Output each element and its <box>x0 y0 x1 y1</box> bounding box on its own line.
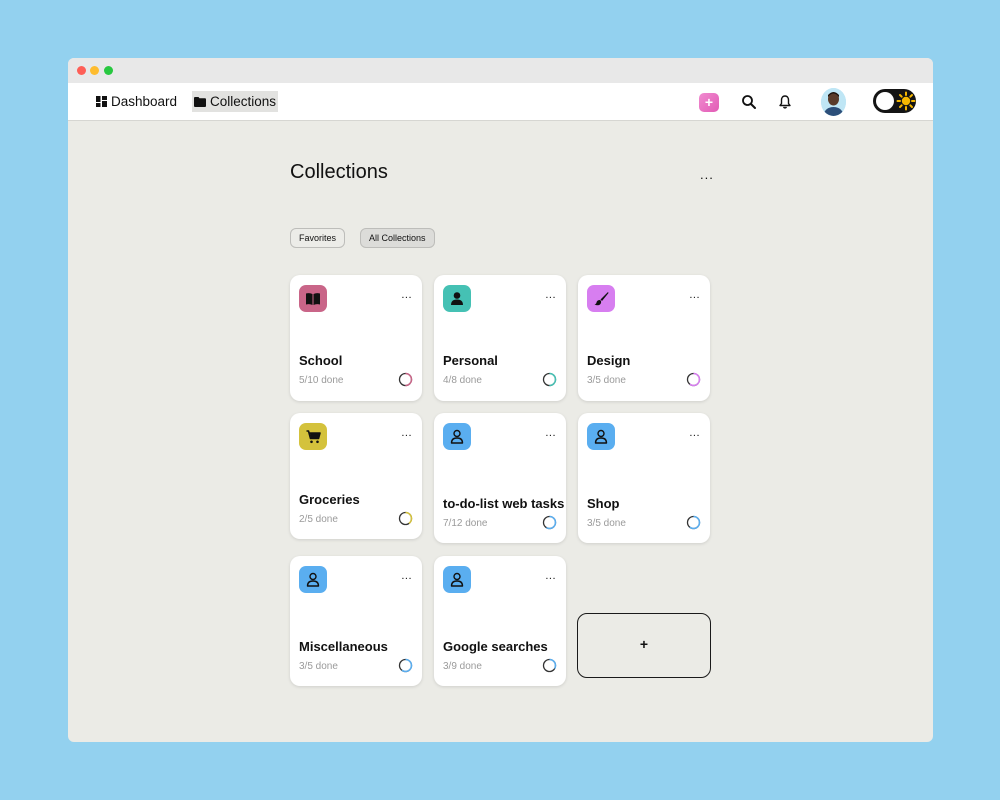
filter-favorites[interactable]: Favorites <box>290 228 346 248</box>
add-collection-plus: + <box>639 636 649 652</box>
avatar[interactable] <box>821 88 846 116</box>
page-more-button[interactable]: ... <box>700 167 714 182</box>
collection-progress: 3/5 done <box>587 518 626 529</box>
collection-card[interactable]: ... Google searches 3/9 done <box>434 556 566 686</box>
add-button[interactable]: + <box>699 93 719 112</box>
progress-ring <box>398 372 413 387</box>
minimize-window-dot[interactable] <box>90 66 99 75</box>
collection-progress: 3/9 done <box>443 661 482 672</box>
collection-title: School <box>299 353 343 368</box>
toggle-knob <box>876 92 894 110</box>
nav-collections[interactable]: Collections <box>192 91 279 112</box>
search-icon[interactable] <box>741 94 757 110</box>
progress-ring <box>542 658 557 673</box>
maximize-window-dot[interactable] <box>104 66 113 75</box>
close-window-dot[interactable] <box>77 66 86 75</box>
card-more-button[interactable]: ... <box>689 289 700 301</box>
progress-ring <box>398 658 413 673</box>
collection-progress: 3/5 done <box>587 375 626 386</box>
book-icon <box>299 285 327 312</box>
collection-card[interactable]: ... School 5/10 done <box>290 275 422 401</box>
person-icon <box>443 285 471 312</box>
collection-title: Miscellaneous <box>299 639 388 654</box>
filter-all-collections[interactable]: All Collections <box>360 228 435 248</box>
collection-card[interactable]: ... Design 3/5 done <box>578 275 710 401</box>
page-title: Collections <box>290 161 388 183</box>
collection-card[interactable]: ... Shop 3/5 done <box>578 413 710 543</box>
collection-progress: 3/5 done <box>299 661 338 672</box>
bell-icon[interactable] <box>777 94 793 110</box>
sun-icon <box>896 91 916 111</box>
person-outline-icon <box>443 423 471 450</box>
card-more-button[interactable]: ... <box>545 289 556 301</box>
folder-icon <box>194 96 206 107</box>
collection-card[interactable]: ... Groceries 2/5 done <box>290 413 422 539</box>
progress-ring <box>398 511 413 526</box>
collection-title: Google searches <box>443 639 548 654</box>
collection-card[interactable]: ... Personal 4/8 done <box>434 275 566 401</box>
theme-toggle[interactable] <box>873 89 916 113</box>
collection-title: Personal <box>443 353 498 368</box>
dashboard-icon <box>96 96 107 107</box>
collection-title: Shop <box>587 496 620 511</box>
top-navbar: Dashboard Collections + <box>68 83 933 121</box>
nav-dashboard-label: Dashboard <box>111 94 178 109</box>
cart-icon <box>299 423 327 450</box>
collection-progress: 2/5 done <box>299 514 338 525</box>
collection-title: to-do-list web tasks <box>443 496 565 511</box>
card-more-button[interactable]: ... <box>545 570 556 582</box>
card-more-button[interactable]: ... <box>545 427 556 439</box>
brush-icon <box>587 285 615 312</box>
person-outline-icon <box>587 423 615 450</box>
collection-progress: 5/10 done <box>299 375 344 386</box>
card-more-button[interactable]: ... <box>401 570 412 582</box>
app-window: Dashboard Collections + Collections ... … <box>68 58 933 742</box>
progress-ring <box>542 372 557 387</box>
collection-card[interactable]: ... to-do-list web tasks 7/12 done <box>434 413 566 543</box>
collection-progress: 4/8 done <box>443 375 482 386</box>
collection-progress: 7/12 done <box>443 518 488 529</box>
card-more-button[interactable]: ... <box>401 427 412 439</box>
nav-collections-label: Collections <box>210 94 277 109</box>
progress-ring <box>686 515 701 530</box>
card-more-button[interactable]: ... <box>689 427 700 439</box>
person-outline-icon <box>443 566 471 593</box>
nav-dashboard[interactable]: Dashboard <box>94 91 179 112</box>
progress-ring <box>686 372 701 387</box>
add-collection-card[interactable]: + <box>577 613 711 678</box>
collection-title: Design <box>587 353 631 368</box>
collection-title: Groceries <box>299 492 360 507</box>
person-outline-icon <box>299 566 327 593</box>
progress-ring <box>542 515 557 530</box>
collection-card[interactable]: ... Miscellaneous 3/5 done <box>290 556 422 686</box>
title-bar <box>68 58 933 83</box>
card-more-button[interactable]: ... <box>401 289 412 301</box>
